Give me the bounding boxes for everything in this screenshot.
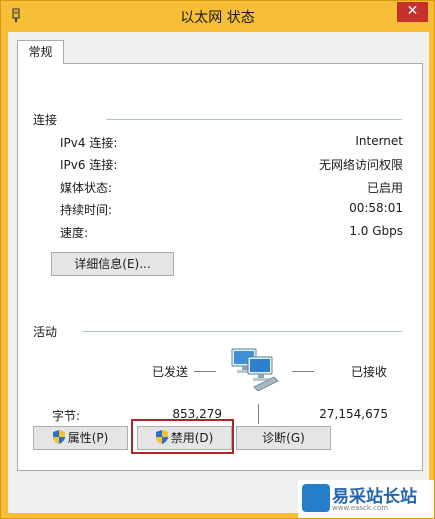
activity-divider [82, 331, 402, 332]
sent-label: 已发送 [152, 365, 189, 379]
received-dash [292, 371, 314, 372]
close-button[interactable]: ✕ [397, 2, 428, 22]
ipv6-value: 无网络访问权限 [318, 158, 403, 172]
window-title: 以太网 状态 [180, 10, 255, 26]
network-computers-icon [231, 348, 279, 391]
sent-dash [194, 371, 216, 372]
connection-section-label: 连接 [33, 113, 58, 127]
duration-value: 00:58:01 [349, 201, 403, 215]
ipv6-label: IPv6 连接: [60, 158, 118, 172]
uac-shield-icon [52, 430, 65, 444]
watermark-logo-icon [302, 484, 330, 512]
title-bar[interactable]: 以太网 状态 ✕ [1, 1, 434, 32]
speed-label: 速度: [60, 226, 89, 240]
status-window: 以太网 状态 ✕ 常规 连接 IPv4 连接: Internet IPv6 连接… [0, 0, 435, 519]
tab-general[interactable]: 常规 [17, 40, 64, 64]
received-label: 已接收 [351, 365, 388, 379]
bytes-separator [258, 404, 259, 424]
highlight-box [131, 419, 234, 454]
ipv4-value: Internet [355, 134, 403, 148]
duration-label: 持续时间: [60, 203, 113, 217]
bytes-label: 字节: [52, 409, 81, 423]
client-area: 常规 连接 IPv4 连接: Internet IPv6 连接: 无网络访问权限… [8, 32, 429, 513]
diagnose-button[interactable]: 诊断(G) [236, 426, 331, 450]
media-state-value: 已启用 [366, 181, 403, 195]
watermark-sub: www.easck.com [332, 504, 389, 512]
activity-section-label: 活动 [33, 325, 58, 339]
bytes-received-value: 27,154,675 [319, 407, 388, 421]
details-button[interactable]: 详细信息(E)... [51, 252, 174, 276]
media-state-label: 媒体状态: [60, 181, 113, 195]
properties-label: 属性(P) [67, 431, 109, 445]
speed-value: 1.0 Gbps [349, 224, 403, 238]
watermark: 易采站长站 www.easck.com [298, 480, 434, 518]
ipv4-label: IPv4 连接: [60, 136, 118, 150]
properties-button[interactable]: 属性(P) [33, 426, 128, 450]
close-icon: ✕ [406, 3, 419, 19]
general-panel: 连接 IPv4 连接: Internet IPv6 连接: 无网络访问权限 媒体… [17, 63, 423, 471]
connection-divider [106, 119, 402, 120]
